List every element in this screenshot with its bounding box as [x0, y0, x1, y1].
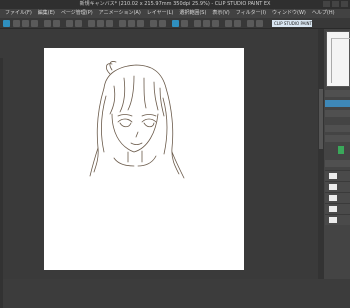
menu-view[interactable]: 表示(V): [209, 9, 232, 18]
window-titlebar: 新規キャンバス* (210.02 x 215.97mm 350dpi 25.9%…: [0, 0, 350, 9]
panel-header-subview[interactable]: [325, 90, 350, 97]
layer-thumbnail: [329, 173, 337, 179]
layer-thumbnail: [329, 195, 337, 201]
menu-story[interactable]: ページ管理(P): [58, 9, 96, 18]
clear-icon[interactable]: [66, 20, 73, 27]
redo-icon[interactable]: [53, 20, 60, 27]
brush-icon[interactable]: [172, 20, 179, 27]
snap-grid-icon[interactable]: [128, 20, 135, 27]
color-icon[interactable]: [203, 20, 210, 27]
minimize-button[interactable]: [323, 1, 330, 7]
material-icon[interactable]: [212, 20, 219, 27]
new-file-icon[interactable]: [13, 20, 20, 27]
snap-perspective-icon[interactable]: [137, 20, 144, 27]
layer-thumbnail: [329, 217, 337, 223]
layer-row[interactable]: [325, 170, 350, 181]
deselect-icon[interactable]: [106, 20, 113, 27]
snap-ruler-icon[interactable]: [119, 20, 126, 27]
command-bar: CLIP STUDIO PAINT: [0, 18, 350, 29]
settings-icon[interactable]: [181, 20, 188, 27]
close-button[interactable]: [341, 1, 348, 7]
layer-row[interactable]: [325, 214, 350, 225]
menu-animation[interactable]: アニメーション(A): [96, 9, 144, 18]
panel-tab-active[interactable]: [325, 100, 350, 107]
ruler-icon[interactable]: [150, 20, 157, 27]
menu-file[interactable]: ファイル(F): [2, 9, 35, 18]
window-title: 新規キャンバス* (210.02 x 215.97mm 350dpi 25.9%…: [79, 1, 271, 7]
panel-header-property[interactable]: [325, 125, 350, 132]
layer-row[interactable]: [325, 192, 350, 203]
menu-bar: ファイル(F) 編集(E) ページ管理(P) アニメーション(A) レイヤー(L…: [0, 9, 350, 18]
window-layout-icon[interactable]: [256, 20, 263, 27]
layer-row[interactable]: [325, 181, 350, 192]
menu-edit[interactable]: 編集(E): [35, 9, 58, 18]
sketch-drawing: [89, 61, 185, 179]
transform-icon[interactable]: [88, 20, 95, 27]
cloud-icon[interactable]: [234, 20, 241, 27]
search-icon[interactable]: [225, 20, 232, 27]
open-file-icon[interactable]: [22, 20, 29, 27]
menu-selection[interactable]: 選択範囲(S): [176, 9, 209, 18]
fill-icon[interactable]: [75, 20, 82, 27]
navigator-thumbnail: [331, 38, 350, 83]
layer-thumbnail: [329, 184, 337, 190]
menu-window[interactable]: ウィンドウ(W): [269, 9, 309, 18]
left-edge-panel: [0, 58, 3, 308]
layer-thumbnail: [329, 206, 337, 212]
scrollbar-thumb[interactable]: [319, 89, 323, 149]
menu-help[interactable]: ヘルプ(H): [309, 9, 338, 18]
drawing-canvas[interactable]: [44, 48, 244, 270]
menu-filter[interactable]: フィルター(I): [233, 9, 269, 18]
navigator-preview[interactable]: [326, 31, 350, 87]
panel-tab-color[interactable]: [325, 135, 350, 142]
save-icon[interactable]: [31, 20, 38, 27]
workspace-dropdown[interactable]: CLIP STUDIO PAINT: [272, 20, 312, 27]
selection-icon[interactable]: [97, 20, 104, 27]
view-icon[interactable]: [247, 20, 254, 27]
panel-header-layer[interactable]: [325, 160, 350, 167]
color-swatch[interactable]: [338, 146, 344, 154]
layer-ops-icon[interactable]: [194, 20, 201, 27]
panel-tab[interactable]: [325, 110, 350, 117]
app-logo-icon[interactable]: [3, 20, 10, 27]
window-controls: [323, 1, 348, 7]
layer-row[interactable]: [325, 203, 350, 214]
undo-icon[interactable]: [44, 20, 51, 27]
maximize-button[interactable]: [332, 1, 339, 7]
grid-icon[interactable]: [159, 20, 166, 27]
menu-layer[interactable]: レイヤー(L): [144, 9, 177, 18]
